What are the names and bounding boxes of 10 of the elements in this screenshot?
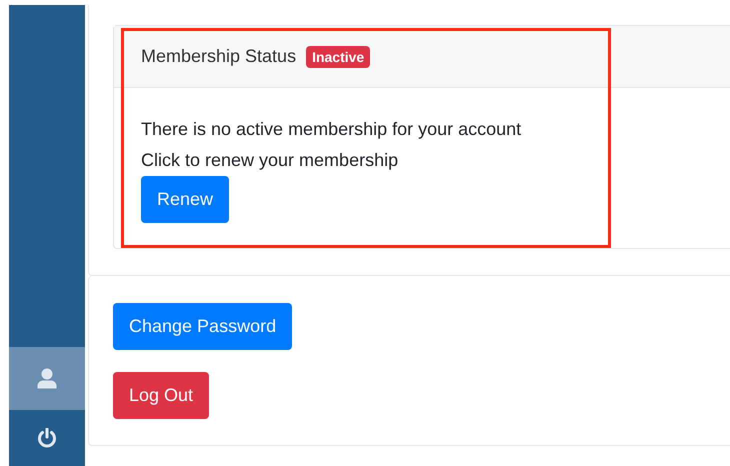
user-icon <box>37 368 57 389</box>
power-icon <box>37 428 57 448</box>
prompt-text: Click to renew your membership <box>141 149 398 172</box>
sidebar-item[interactable] <box>9 347 85 410</box>
message-text: There is no active membership for your account <box>141 118 522 141</box>
status-badge: Inactive <box>306 46 370 68</box>
renew-button[interactable]: Renew <box>141 176 230 223</box>
action-button[interactable]: Change Password <box>113 303 292 350</box>
card-title: Membership Status <box>141 46 296 67</box>
action-button[interactable]: Log Out <box>113 372 210 419</box>
